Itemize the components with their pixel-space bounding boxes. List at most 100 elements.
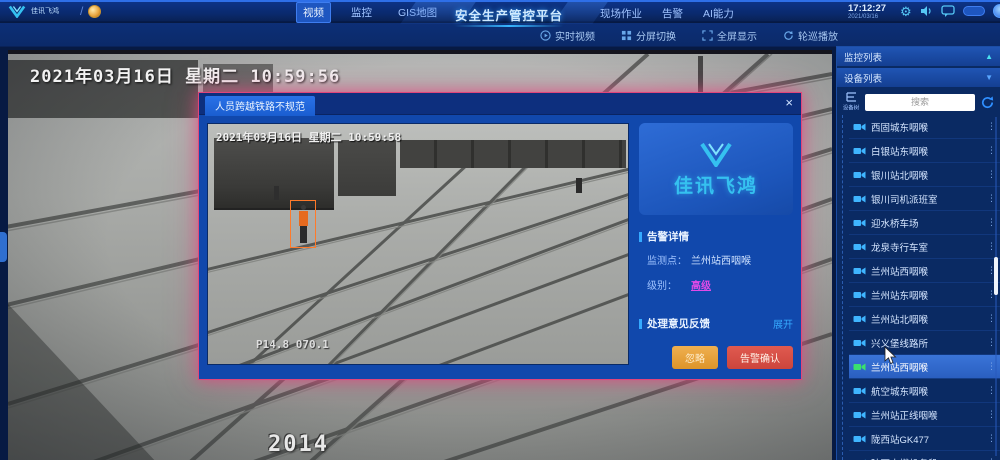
camera-icon (853, 386, 866, 396)
camera-list-item[interactable]: 兰州站东咽喉 ⋮ (849, 283, 1000, 307)
play-circle-icon (540, 30, 551, 41)
app-window: 佳讯飞鸿 / 视频 监控 GIS地图 安全生产管控平台 现场作业 告警 AI能力… (0, 0, 1000, 460)
field-value: 兰州站西咽喉 (691, 252, 751, 267)
loop-icon (783, 30, 794, 41)
speaker-icon[interactable] (920, 5, 933, 17)
close-icon[interactable]: × (785, 95, 793, 110)
camera-icon (853, 170, 866, 180)
camera-name: 兰州站西咽喉 (871, 360, 982, 374)
person-legs (300, 226, 307, 243)
camera-icon (853, 242, 866, 252)
user-avatar[interactable] (993, 4, 1000, 18)
expand-link[interactable]: 展开 (773, 316, 793, 331)
toolbar-patrol-play[interactable]: 轮巡播放 (783, 28, 838, 43)
camera-name: 陕西内燃机务段 (871, 456, 982, 460)
camera-list-item[interactable]: 陇西站GK477 ⋮ (849, 427, 1000, 451)
camera-preset-label: P14.8 070.1 (256, 338, 329, 351)
brand-logo: 佳讯飞鸿 / (8, 4, 101, 18)
video-timestamp-overlay: 2021年03月16日 星期二 10:59:56 (30, 62, 340, 87)
feedback-header: 处理意见反馈 展开 (639, 316, 793, 331)
camera-list-item[interactable]: 兰州站正线咽喉 ⋮ (849, 403, 1000, 427)
logo-text: 佳讯飞鸿 (31, 8, 75, 15)
tree-lines-icon (845, 92, 858, 103)
camera-list-item[interactable]: 龙泉寺行车室 ⋮ (849, 235, 1000, 259)
chat-message-icon[interactable] (941, 5, 955, 17)
nav-item-ai[interactable]: AI能力 (701, 5, 736, 22)
device-tree-icon[interactable]: 设备树 (842, 92, 860, 112)
toolbar-live-video[interactable]: 实时视频 (540, 28, 595, 43)
field-label: 监测点： (647, 252, 691, 267)
camera-tree-sidebar: 监控列表 ▲ 设备列表 ▼ 设备树 (836, 46, 1000, 460)
camera-name: 银川司机派班室 (871, 192, 982, 206)
header-label: 设备列表 (844, 71, 882, 85)
brand-v-icon (696, 141, 736, 167)
system-clock: 17:12:27 2021/03/16 (848, 4, 886, 22)
sidebar-header-device-list[interactable]: 设备列表 ▼ (837, 68, 1000, 87)
top-navigation-bar: 佳讯飞鸿 / 视频 监控 GIS地图 安全生产管控平台 现场作业 告警 AI能力… (0, 0, 1000, 22)
camera-list-item[interactable]: 银川站北咽喉 ⋮ (849, 163, 1000, 187)
expand-icon (702, 30, 713, 41)
search-input[interactable] (865, 94, 975, 111)
field-location: 监测点： 兰州站西咽喉 (647, 252, 793, 267)
alarm-confirm-button[interactable]: 告警确认 (727, 346, 793, 369)
section-bar-icon (639, 232, 642, 242)
camera-list-item[interactable]: 兰州站西咽喉 ⋮ (849, 259, 1000, 283)
tree-icon-caption: 设备树 (843, 103, 859, 111)
camera-name: 兴义堡线路所 (871, 336, 982, 350)
camera-list-item[interactable]: 航空城东咽喉 ⋮ (849, 379, 1000, 403)
ignore-button[interactable]: 忽略 (672, 346, 718, 369)
scrollbar-thumb[interactable] (994, 257, 998, 295)
dialog-buttons: 忽略 告警确认 (672, 346, 793, 369)
brand-box: 佳讯飞鸿 (639, 123, 793, 215)
camera-name: 白银站东咽喉 (871, 144, 982, 158)
person-head (301, 205, 306, 210)
toolbar-fullscreen[interactable]: 全屏显示 (702, 28, 757, 43)
brand-name: 佳讯飞鸿 (674, 171, 758, 198)
camera-icon (853, 146, 866, 156)
section-bar-icon (639, 319, 642, 329)
topbar-icon-group: ⚙ (900, 4, 1000, 18)
camera-name: 航空城东咽喉 (871, 384, 982, 398)
toggle-pill-icon[interactable] (963, 6, 985, 16)
detection-bounding-box (290, 200, 316, 248)
person-figure (576, 178, 582, 193)
settings-gear-icon[interactable]: ⚙ (900, 5, 912, 18)
camera-list-item[interactable]: 银川司机派班室 ⋮ (849, 187, 1000, 211)
boxcar-shape (338, 140, 396, 196)
camera-list-item[interactable]: 迎水桥车场 ⋮ (849, 211, 1000, 235)
alarm-dialog: 人员跨越铁路不规范 × (198, 92, 802, 380)
camera-name: 西固城东咽喉 (871, 120, 982, 134)
camera-list-item[interactable]: 白银站东咽喉 ⋮ (849, 139, 1000, 163)
nav-item-video[interactable]: 视频 (296, 2, 331, 23)
refresh-icon[interactable] (980, 95, 995, 110)
clock-time: 17:12:27 (848, 4, 886, 13)
alarm-snapshot-video[interactable]: 2021年03月16日 星期二 10:59:58 P14.8 070.1 (207, 123, 629, 365)
toolbar-split-screen[interactable]: 分屏切换 (621, 28, 676, 43)
camera-icon (853, 362, 866, 372)
camera-icon (853, 410, 866, 420)
emblem-badge-icon (88, 5, 101, 18)
camera-icon (853, 218, 866, 228)
left-collapse-handle[interactable] (0, 232, 7, 262)
nav-right-group: 现场作业 告警 AI能力 (598, 2, 736, 24)
field-level: 级别： 高级 (647, 277, 793, 292)
camera-icon (853, 338, 866, 348)
camera-list-item[interactable]: 兰州站西咽喉 ⋮ (849, 355, 1000, 379)
alarm-level-value: 高级 (691, 277, 711, 292)
sidebar-header-monitor-list[interactable]: 监控列表 ▲ (837, 47, 1000, 66)
nav-item-monitor[interactable]: 监控 (345, 3, 378, 22)
camera-list-item[interactable]: 西固城东咽喉 ⋮ (849, 115, 1000, 139)
camera-name: 迎水桥车场 (871, 216, 982, 230)
nav-item-field-work[interactable]: 现场作业 (598, 5, 644, 22)
camera-name: 陇西站GK477 (871, 432, 982, 446)
logo-v-icon (8, 4, 26, 18)
camera-list-item[interactable]: 陕西内燃机务段 ⋮ (849, 451, 1000, 460)
person-figure (274, 186, 279, 200)
camera-list-item[interactable]: 兴义堡线路所 ⋮ (849, 331, 1000, 355)
dialog-detail-panel: 佳讯飞鸿 告警详情 监测点： 兰州站西咽喉 级别： 高级 处理意见反馈 (639, 123, 793, 371)
toolbar-label: 全屏显示 (717, 28, 757, 43)
dialog-title-tab: 人员跨越铁路不规范 (205, 96, 315, 116)
camera-list-item[interactable]: 兰州站北咽喉 ⋮ (849, 307, 1000, 331)
toolbar-label: 轮巡播放 (798, 28, 838, 43)
nav-item-alarms[interactable]: 告警 (660, 5, 685, 22)
